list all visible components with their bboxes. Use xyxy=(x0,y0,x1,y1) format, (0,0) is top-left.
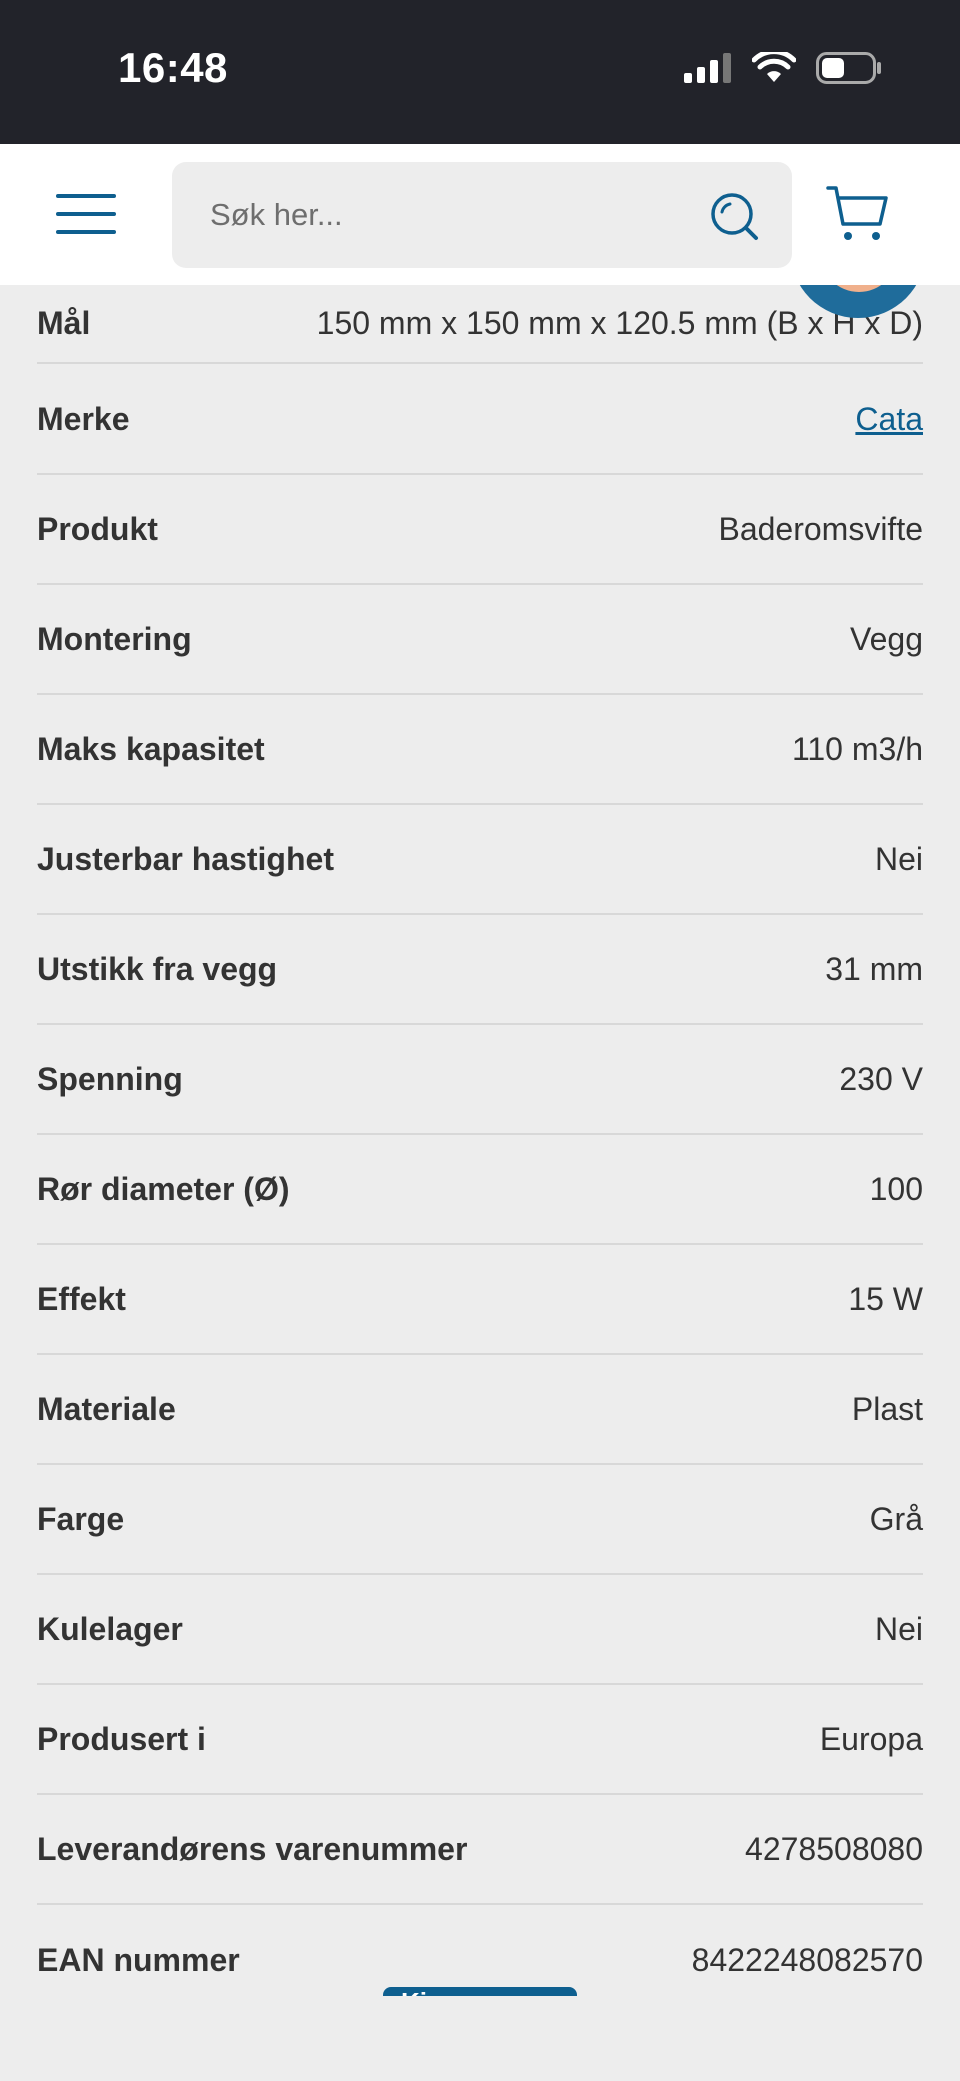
spec-row-leverandorens-varenummer: Leverandørens varenummer 4278508080 xyxy=(37,1795,923,1905)
spec-row-utstikk: Utstikk fra vegg 31 mm xyxy=(37,915,923,1025)
spec-value: 100 xyxy=(869,1170,923,1207)
spec-label: Merke xyxy=(37,400,130,437)
status-time: 16:48 xyxy=(118,44,228,91)
spec-value: 110 m3/h xyxy=(791,730,923,767)
spec-row-kulelager: Kulelager Nei xyxy=(37,1575,923,1685)
spec-label: Spenning xyxy=(37,1060,183,1097)
wifi-icon xyxy=(752,52,796,82)
spec-label: Leverandørens varenummer xyxy=(37,1830,468,1867)
hamburger-line xyxy=(56,230,116,234)
bottom-bar xyxy=(0,1996,960,2081)
spec-value: Nei xyxy=(874,840,923,877)
spec-label: Mål xyxy=(37,305,91,341)
spec-row-produkt: Produkt Baderomsvifte xyxy=(37,475,923,585)
spec-value: Europa xyxy=(819,1720,923,1757)
spec-row-montering: Montering Vegg xyxy=(37,585,923,695)
spec-label: Maks kapasitet xyxy=(37,730,265,767)
spec-row-effekt: Effekt 15 W xyxy=(37,1245,923,1355)
spec-value: 230 V xyxy=(839,1060,923,1097)
spec-label: Montering xyxy=(37,620,192,657)
spec-row-maks-kapasitet: Maks kapasitet 110 m3/h xyxy=(37,695,923,805)
spec-row-spenning: Spenning 230 V xyxy=(37,1025,923,1135)
spec-row-ror-diameter: Rør diameter (Ø) 100 xyxy=(37,1135,923,1245)
spec-value: 8422248082570 xyxy=(691,1941,923,1978)
spec-value: Plast xyxy=(851,1390,923,1427)
spec-label: Produsert i xyxy=(37,1720,206,1757)
spec-label: Effekt xyxy=(37,1280,126,1317)
spec-row-farge: Farge Grå xyxy=(37,1465,923,1575)
spec-label: Farge xyxy=(37,1500,125,1537)
spec-value: 31 mm xyxy=(825,950,923,987)
spec-value: 4278508080 xyxy=(745,1830,923,1867)
spec-label: Justerbar hastighet xyxy=(37,840,334,877)
spec-row-produsert-i: Produsert i Europa xyxy=(37,1685,923,1795)
search-input[interactable] xyxy=(210,162,690,268)
spec-row-merke: Merke Cata xyxy=(37,365,923,475)
status-bar: 16:48 xyxy=(0,0,960,144)
spec-label: Utstikk fra vegg xyxy=(37,950,278,987)
brand-link[interactable]: Cata xyxy=(855,401,923,438)
hamburger-line xyxy=(56,194,116,198)
spec-label: Materiale xyxy=(37,1390,176,1427)
search-icon[interactable] xyxy=(710,192,760,242)
spec-row-justerbar-hastighet: Justerbar hastighet Nei xyxy=(37,805,923,915)
spec-value: Grå xyxy=(869,1500,923,1537)
spec-value: Baderomsvifte xyxy=(718,510,923,547)
spec-label: Produkt xyxy=(37,510,158,547)
hamburger-line xyxy=(56,212,116,216)
spec-table: Mål 150 mm x 150 mm x 120.5 mm (B x H x … xyxy=(0,285,960,1997)
cart-icon[interactable] xyxy=(826,184,890,244)
menu-button[interactable] xyxy=(56,194,116,236)
spec-label: Kulelager xyxy=(37,1610,183,1647)
spec-row-materiale: Materiale Plast xyxy=(37,1355,923,1465)
spec-value: Nei xyxy=(874,1610,923,1647)
battery-icon xyxy=(816,52,881,84)
spec-label: Rør diameter (Ø) xyxy=(37,1170,290,1207)
signal-icon xyxy=(684,53,731,83)
top-header xyxy=(0,144,960,285)
spec-value: 15 W xyxy=(848,1280,923,1317)
status-icons xyxy=(684,52,882,84)
spec-value: Vegg xyxy=(850,620,923,657)
spec-label: EAN nummer xyxy=(37,1941,240,1978)
search-box xyxy=(172,162,792,268)
